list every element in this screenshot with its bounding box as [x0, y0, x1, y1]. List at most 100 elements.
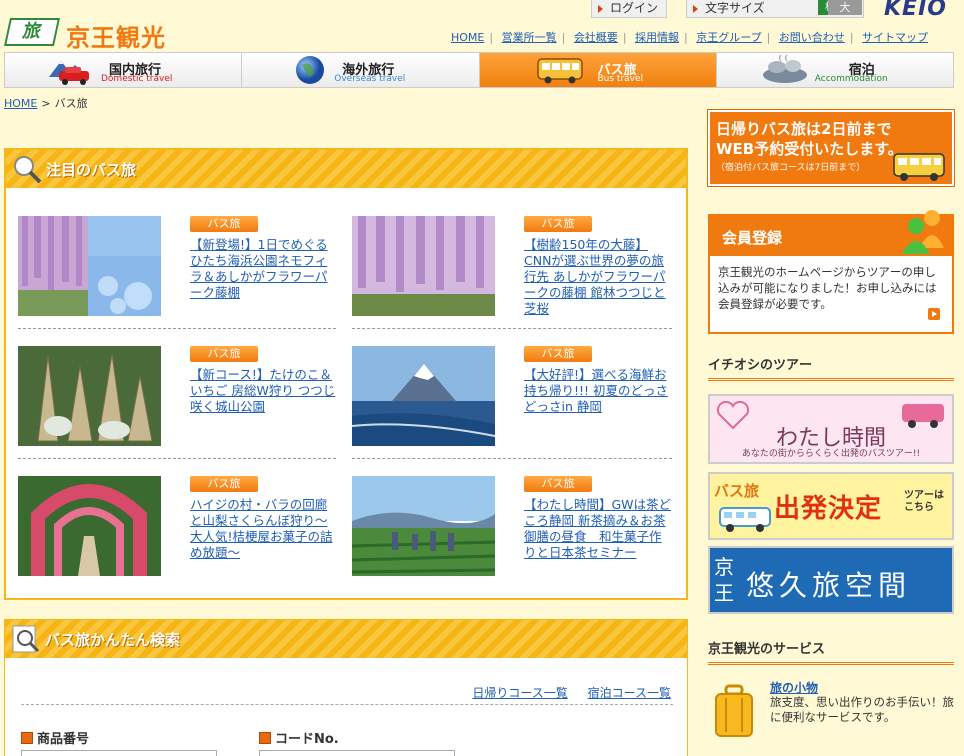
- departure-confirmed-banner[interactable]: バス旅 出発決定 ツアーはこちら: [708, 472, 954, 540]
- watashi-jikan-subtext: あなたの街かららくらく出発のバスツアー!!: [741, 449, 921, 459]
- tour-thumbnail[interactable]: [18, 216, 161, 316]
- tour-link[interactable]: 【樹齢150年の大藤】CNNが選ぶ世界の夢の旅行先 あしかがフラワーパークの藤棚…: [524, 237, 672, 317]
- tab-accommodation[interactable]: 宿泊 Accommodation: [717, 53, 953, 87]
- product-number-input[interactable]: [21, 750, 217, 756]
- square-bullet-icon: [259, 732, 271, 744]
- search-icon: [12, 625, 40, 653]
- site-logo[interactable]: 京王観光: [66, 18, 166, 53]
- search-divider: [21, 704, 673, 705]
- bus-tour-badge: バス旅: [190, 346, 258, 362]
- featured-title: 注目のバス旅: [46, 161, 137, 179]
- breadcrumb: HOME > バス旅: [4, 95, 88, 111]
- web-banner-line2: WEB予約受付いたします。: [716, 140, 903, 158]
- logo-mark[interactable]: 旅: [4, 18, 60, 46]
- arrow-right-icon: [693, 5, 698, 13]
- util-link-home[interactable]: HOME: [451, 31, 484, 44]
- tab-bus[interactable]: バス旅 Bus travel: [479, 53, 717, 87]
- web-booking-banner[interactable]: 日帰りバス旅は2日前まで WEB予約受付いたします。 （宿泊付バス旅コースは7日…: [707, 109, 955, 187]
- font-size-large-button[interactable]: 大: [828, 0, 862, 15]
- featured-header: 注目のバス旅: [6, 150, 686, 188]
- breadcrumb-home[interactable]: HOME: [4, 97, 37, 110]
- breadcrumb-separator: >: [41, 97, 51, 110]
- search-title: バス旅かんたん検索: [45, 631, 181, 649]
- tour-thumbnail[interactable]: [18, 476, 161, 576]
- member-header: 会員登録: [710, 210, 952, 256]
- departure-banner-label: バス旅: [714, 482, 760, 500]
- code-number-label: コードNo.: [259, 728, 339, 747]
- tab-overseas[interactable]: 海外旅行 Overseas travel: [242, 53, 480, 87]
- util-link-contact[interactable]: お問い合わせ: [779, 31, 845, 44]
- tour-card: バス旅 【新登場!】1日でめぐる ひたち海浜公園ネモフィラ＆あしかがフラワーパー…: [18, 216, 336, 334]
- util-link-recruit[interactable]: 採用情報: [635, 31, 679, 44]
- keio-banner-title: 悠久旅空間: [746, 569, 912, 602]
- suitcase-icon: [715, 684, 753, 737]
- tab-accommodation-sub: Accommodation: [814, 74, 888, 84]
- tour-thumbnail[interactable]: [352, 216, 495, 316]
- bus-tour-badge: バス旅: [524, 216, 592, 232]
- service-travel-goods-link[interactable]: 旅の小物: [770, 679, 818, 696]
- keio-banner-brand: 京王: [714, 555, 734, 605]
- tour-card: バス旅 【大好評!】選べる海鮮お持ち帰り!!! 初夏のどっさどっさin 静岡: [352, 346, 670, 464]
- stay-course-list-link[interactable]: 宿泊コース一覧: [588, 686, 671, 700]
- util-link-company[interactable]: 会社概要: [574, 31, 618, 44]
- tour-thumbnail[interactable]: [18, 346, 161, 446]
- tour-link[interactable]: 【大好評!】選べる海鮮お持ち帰り!!! 初夏のどっさどっさin 静岡: [524, 367, 672, 415]
- tour-link[interactable]: 【わたし時間】GWは茶どころ静岡 新茶摘み＆お茶御膳の昼食 和生菓子作りと日本茶…: [524, 497, 672, 561]
- tab-domestic[interactable]: 国内旅行 Domestic travel: [5, 53, 243, 87]
- tour-link[interactable]: 【新コース!】たけのこ＆いちご 房総W狩り つつじ咲く城山公園: [190, 367, 338, 415]
- people-icon: [902, 210, 944, 254]
- font-size-label: 文字サイズ: [705, 1, 765, 15]
- member-registration-box[interactable]: 会員登録 京王観光のホームページからツアーの申し込みが可能になりました！お申し込…: [708, 210, 954, 334]
- tour-link[interactable]: 【新登場!】1日でめぐる ひたち海浜公園ネモフィラ＆あしかがフラワーパーク藤棚: [190, 237, 338, 301]
- bus-icon: [893, 153, 945, 181]
- bus-icon: [719, 507, 771, 532]
- recommended-tours-heading: イチオシのツアー: [708, 358, 813, 373]
- login-label: ログイン: [610, 1, 659, 15]
- onsen-icon: [762, 55, 807, 83]
- bus-tour-badge: バス旅: [190, 216, 258, 232]
- util-link-sitemap[interactable]: サイトマップ: [862, 31, 928, 44]
- keio-logo[interactable]: KEIO: [884, 0, 947, 21]
- card-divider: [352, 328, 672, 329]
- services-heading: 京王観光のサービス: [708, 642, 826, 657]
- keio-yukyu-banner[interactable]: 京王 悠久旅空間: [708, 546, 954, 614]
- section-underline: [708, 662, 954, 665]
- breadcrumb-current: バス旅: [54, 97, 88, 110]
- code-number-input[interactable]: [259, 750, 455, 756]
- square-bullet-icon: [21, 732, 33, 744]
- arrow-right-icon[interactable]: [928, 308, 940, 320]
- arrow-right-icon: [598, 5, 603, 13]
- tour-card: バス旅 【樹齢150年の大藤】CNNが選ぶ世界の夢の旅行先 あしかがフラワーパー…: [352, 216, 670, 334]
- member-title: 会員登録: [722, 229, 783, 247]
- search-header: バス旅かんたん検索: [5, 620, 687, 658]
- car-icon: [49, 61, 89, 85]
- service-travel-goods-desc: 旅支度、思い出作りのお手伝い！旅に便利なサービスです。: [770, 695, 954, 724]
- web-banner-line1: 日帰りバス旅は2日前まで: [716, 120, 892, 138]
- featured-section: 注目のバス旅 バス旅 【新登場!】1日でめぐる ひたち海浜公園ネモフィラ＆あしか…: [4, 148, 688, 600]
- bus-tour-badge: バス旅: [524, 476, 592, 492]
- departure-banner-cta: ツアーはこちら: [904, 490, 944, 513]
- day-course-list-link[interactable]: 日帰りコース一覧: [472, 686, 567, 700]
- card-divider: [18, 458, 336, 459]
- utility-nav: HOME | 営業所一覧 | 会社概要 | 採用情報 | 京王グループ | お問い合わせ |…: [451, 31, 929, 44]
- bus-tour-badge: バス旅: [524, 346, 592, 362]
- member-description: 京王観光のホームページからツアーの申し込みが可能になりました！お申し込みには会員…: [718, 265, 937, 311]
- product-number-label: 商品番号: [21, 728, 89, 747]
- bus-icon: [536, 58, 583, 84]
- card-divider: [352, 458, 672, 459]
- tour-thumbnail[interactable]: [352, 476, 495, 576]
- tour-card: バス旅 ハイジの村・バラの回廊と山梨さくらんぼ狩り～大人気!桔梗屋お菓子の詰め放…: [18, 476, 336, 594]
- tour-thumbnail[interactable]: [352, 346, 495, 446]
- departure-banner-title: 出発決定: [774, 494, 883, 524]
- login-button[interactable]: ログイン: [591, 0, 668, 18]
- bus-tour-badge: バス旅: [190, 476, 258, 492]
- watashi-jikan-banner[interactable]: わたし時間 あなたの街かららくらく出発のバスツアー!!: [708, 394, 954, 464]
- tour-card: バス旅 【わたし時間】GWは茶どころ静岡 新茶摘み＆お茶御膳の昼食 和生菓子作り…: [352, 476, 672, 594]
- tab-bus-sub: Bus travel: [597, 74, 644, 84]
- search-section: バス旅かんたん検索 日帰りコース一覧 宿泊コース一覧 商品番号 コードNo.: [4, 619, 688, 756]
- util-link-offices[interactable]: 営業所一覧: [502, 31, 557, 44]
- section-underline: [708, 378, 954, 381]
- main-nav: 国内旅行 Domestic travel 海外旅行 Overseas trave…: [4, 52, 954, 88]
- tour-link[interactable]: ハイジの村・バラの回廊と山梨さくらんぼ狩り～大人気!桔梗屋お菓子の詰め放題～: [190, 497, 338, 561]
- util-link-group[interactable]: 京王グループ: [696, 31, 761, 44]
